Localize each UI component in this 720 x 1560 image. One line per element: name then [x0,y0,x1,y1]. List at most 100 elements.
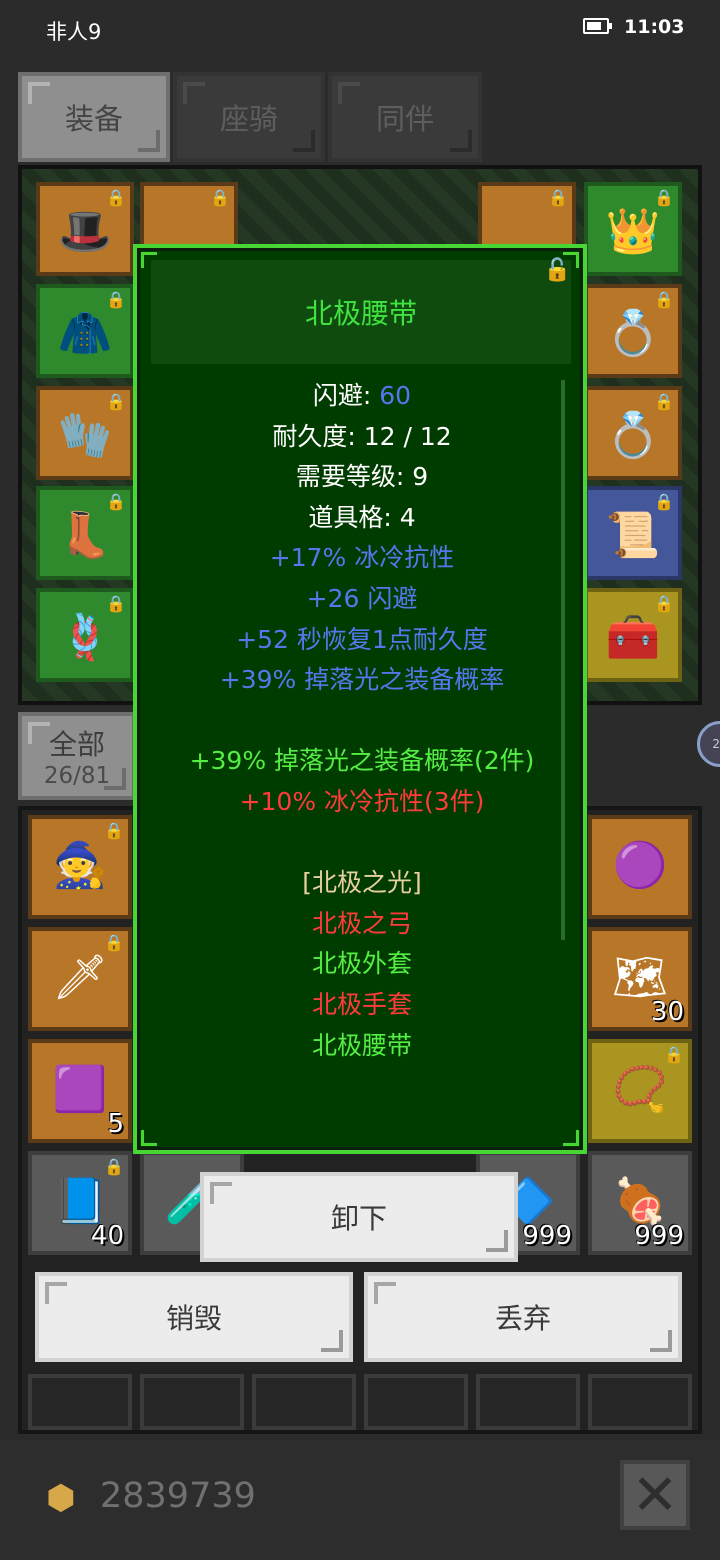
clock: 11:03 [624,16,685,38]
inventory-slot-empty[interactable] [588,1374,692,1430]
inventory-slot[interactable]: 🟪 5 [28,1039,132,1143]
belt-icon: 🪢 [57,611,113,663]
gold-coins-icon: ⬢ [46,1478,76,1518]
stat-required-level: 需要等级: 9 [295,462,429,492]
unequip-label: 卸下 [330,1202,387,1235]
map-icon: 🗺 [612,952,668,1004]
item-count: 999 [522,1221,572,1251]
inventory-slot-empty[interactable] [476,1374,580,1430]
gold-amount: 2839739 [100,1476,256,1516]
lock-icon: 🔒 [104,1157,124,1176]
red-glove-icon: 🧤 [57,409,113,461]
gold-ring-icon: 💍 [605,409,661,461]
lock-icon: 🔒 [548,188,568,207]
stat-durability: 耐久度: 12 / 12 [272,421,452,451]
set-item: 北极外套 [311,949,412,979]
affix-line: +26 闪避 [306,583,418,613]
equip-slot-boots[interactable]: 🔒 👢 [36,486,134,580]
status-bar: 非人9 11:03 [0,0,720,58]
inventory-slot[interactable]: 🔒 📘 40 [28,1151,132,1255]
inventory-tab-all[interactable]: 全部 26/81 [18,712,136,800]
item-tooltip: 北极腰带 🔓 闪避: 60 耐久度: 12 / 12 需要等级: 9 道具格: … [133,244,587,1154]
corner-decoration [563,1130,579,1146]
inventory-slot[interactable]: 🔒 🧙 [28,815,132,919]
inventory-slot-empty[interactable] [364,1374,468,1430]
discard-button[interactable]: 丢弃 [364,1272,682,1362]
lock-icon[interactable]: 🔓 [544,258,571,283]
battery-fill [587,22,601,30]
lock-icon: 🔒 [664,1045,684,1064]
lock-icon: 🔒 [210,188,230,207]
stat-value: 60 [379,381,412,410]
destroy-button[interactable]: 销毁 [35,1272,353,1362]
inventory-count: 26/81 [43,763,111,789]
scroll-blue-icon: 📘 [52,1176,108,1228]
equip-slot-scroll[interactable]: 🔒 📜 [584,486,682,580]
equip-slot-ring1[interactable]: 🔒 💍 [584,284,682,378]
inventory-slot-empty[interactable] [140,1374,244,1430]
set-item: 北极之弓 [311,908,412,938]
equip-slot-chest[interactable]: 🔒 🧰 [584,588,682,682]
stat-dodge: 闪避: 60 [137,376,587,417]
red-hat-icon: 🎩 [57,205,113,257]
tooltip-title-bar: 北极腰带 [151,260,571,364]
inventory-slot[interactable]: 🔒 🗡 [28,927,132,1031]
set-item: 北极腰带 [311,1030,412,1060]
inventory-slot[interactable]: 🍖 999 [588,1151,692,1255]
side-bubble[interactable]: 22 [697,721,720,767]
blue-armor-icon: 🧥 [57,307,113,359]
inventory-slot-empty[interactable] [28,1374,132,1430]
item-count: 999 [634,1221,684,1251]
stat-item-slots: 道具格: 4 [308,502,416,532]
affix-line: +52 秒恢复1点耐久度 [236,624,488,654]
battery-icon [583,18,612,34]
side-bubble-label: 22 [712,737,720,751]
purple-gem-icon: 🟪 [52,1064,108,1116]
destroy-label: 销毁 [165,1302,222,1335]
sword-icon: 🗡 [52,952,108,1004]
tab-companion-label: 同伴 [375,102,434,136]
chest-icon: 🧰 [605,611,661,663]
equip-slot-armor[interactable]: 🔒 🧥 [36,284,134,378]
inventory-slot[interactable]: 🟣 [588,815,692,919]
unequip-button[interactable]: 卸下 [200,1172,518,1262]
item-count: 5 [107,1109,124,1139]
affix-line: +39% 掉落光之装备概率 [219,665,505,695]
gold-ring-icon: 💍 [605,307,661,359]
set-item: 北极手套 [311,989,412,1019]
inventory-slot-empty[interactable] [252,1374,356,1430]
tab-companion[interactable]: 同伴 [328,72,482,162]
lock-icon: 🔒 [104,821,124,840]
equip-slot-gloves[interactable]: 🔒 🧤 [36,386,134,480]
equip-slot-head[interactable]: 🔒 🎩 [36,182,134,276]
set-bonus-line: +39% 掉落光之装备概率(2件) [189,746,535,776]
set-name: [北极之光] [302,868,422,898]
corner-decoration [141,1130,157,1146]
inventory-slot[interactable]: 🔒 📿 [588,1039,692,1143]
tab-equipment[interactable]: 装备 [18,72,170,162]
affix-line: +17% 冰冷抗性 [269,543,455,573]
scroll-icon: 📜 [605,509,661,561]
set-bonus-line: +10% 冰冷抗性(3件) [239,786,485,816]
tab-mount-label: 座骑 [219,102,278,136]
item-count: 40 [90,1221,124,1251]
carrier-label: 非人9 [46,20,102,44]
stat-label: 闪避: [312,381,380,410]
lock-icon: 🔒 [104,933,124,952]
amulet-icon: 📿 [612,1064,668,1116]
equip-slot-belt[interactable]: 🔒 🪢 [36,588,134,682]
portrait-icon: 🧙 [52,840,108,892]
inventory-slot[interactable]: 🗺 30 [588,927,692,1031]
crown-icon: 👑 [605,205,661,257]
equip-slot-ring2[interactable]: 🔒 💍 [584,386,682,480]
gray-boots-icon: 👢 [57,509,113,561]
item-title: 北极腰带 [304,297,417,330]
tab-equipment-label: 装备 [64,102,123,136]
tab-mount[interactable]: 座骑 [173,72,325,162]
purple-potion-icon: 🟣 [612,840,668,892]
close-icon[interactable]: ✕ [620,1460,690,1530]
meat-icon: 🍖 [612,1176,668,1228]
equip-slot-crown[interactable]: 🔒 👑 [584,182,682,276]
